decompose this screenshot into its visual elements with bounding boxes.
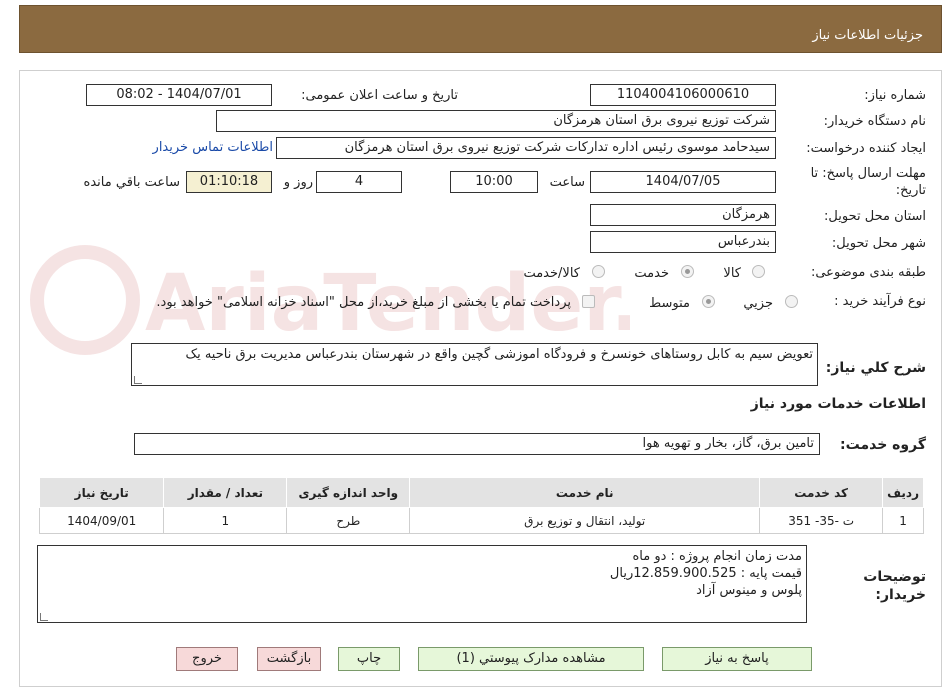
page-title: جزئیات اطلاعات نیاز xyxy=(812,28,923,43)
services-table: ردیف کد خدمت نام خدمت واحد اندازه گیری ت… xyxy=(38,477,924,534)
cell-service-code: ت -35- 351 xyxy=(759,507,884,534)
overall-desc-text: تعویض سیم به کابل روستاهای خونسرخ و فرود… xyxy=(185,347,813,362)
services-info-heading: اطلاعات خدمات مورد نیاز xyxy=(750,396,926,412)
cell-service-name: تولید، انتقال و توزیع برق xyxy=(409,507,761,534)
category-label: طبقه بندی موضوعی: xyxy=(810,265,926,280)
col-header-service-name: نام خدمت xyxy=(409,477,761,508)
category-radio-service[interactable] xyxy=(681,265,694,278)
buyer-notes-textarea[interactable]: مدت زمان انجام پروژه : دو ماه قیمت پایه … xyxy=(37,545,807,623)
resize-grip-icon[interactable] xyxy=(40,613,48,621)
cell-quantity: 1 xyxy=(163,507,288,534)
category-option-goods-service: کالا/خدمت xyxy=(523,266,580,281)
category-radio-goods[interactable] xyxy=(752,265,765,278)
announce-datetime-field: 1404/07/01 - 08:02 xyxy=(86,84,272,106)
remaining-label: ساعت باقي مانده xyxy=(83,175,180,190)
col-header-service-code: کد خدمت xyxy=(759,477,884,508)
category-option-goods: کالا xyxy=(723,266,741,281)
col-header-unit: واحد اندازه گیری xyxy=(286,477,411,508)
announce-datetime-label: تاریخ و ساعت اعلان عمومی: xyxy=(301,88,458,103)
table-header-row: ردیف کد خدمت نام خدمت واحد اندازه گیری ت… xyxy=(38,477,924,508)
requester-label: ایجاد کننده درخواست: xyxy=(806,141,926,156)
buyer-notes-label: توضیحات خریدار: xyxy=(863,569,926,603)
purchase-option-medium: متوسط xyxy=(649,296,690,311)
overall-desc-label: شرح کلي نیاز: xyxy=(825,360,926,376)
table-row: 1 ت -35- 351 تولید، انتقال و توزیع برق ط… xyxy=(38,507,924,534)
payment-note: پرداخت تمام یا بخشی از مبلغ خرید،از محل … xyxy=(156,295,571,310)
col-header-row-no: ردیف xyxy=(882,477,924,508)
requester-field: سیدحامد موسوی رئیس اداره تدارکات شرکت تو… xyxy=(276,137,776,159)
days-label: روز و xyxy=(283,175,313,190)
service-group-label: گروه خدمت: xyxy=(840,437,926,453)
deadline-label: مهلت ارسال پاسخ: تا تاریخ: xyxy=(810,166,926,198)
province-field: هرمزگان xyxy=(590,204,776,226)
buyer-notes-line-2: قیمت پایه : 12.859.900.525ریال xyxy=(609,566,802,581)
exit-button[interactable]: خروج xyxy=(176,647,238,671)
city-label: شهر محل تحویل: xyxy=(831,236,926,251)
buyer-notes-line-3: پلوس و مینوس آزاد xyxy=(696,583,802,598)
days-field: 4 xyxy=(316,171,402,193)
category-radio-goods-service[interactable] xyxy=(592,265,605,278)
deadline-date-field: 1404/07/05 xyxy=(590,171,776,193)
buyer-org-field: شرکت توزیع نیروی برق استان هرمزگان xyxy=(216,110,776,132)
cell-unit: طرح xyxy=(286,507,411,534)
deadline-time-field: 10:00 xyxy=(450,171,538,193)
purchase-radio-minor[interactable] xyxy=(785,295,798,308)
back-button[interactable]: بازگشت xyxy=(257,647,321,671)
print-button[interactable]: چاپ xyxy=(338,647,400,671)
time-label: ساعت xyxy=(549,175,585,190)
buyer-contact-link[interactable]: اطلاعات تماس خریدار xyxy=(153,140,273,155)
page-header: جزئیات اطلاعات نیاز xyxy=(19,5,942,53)
reply-button[interactable]: پاسخ به نیاز xyxy=(662,647,812,671)
remaining-time-field: 01:10:18 xyxy=(186,171,272,193)
need-number-field: 1104004106000610 xyxy=(590,84,776,106)
city-field: بندرعباس xyxy=(590,231,776,253)
resize-grip-icon[interactable] xyxy=(134,376,142,384)
treasury-payment-checkbox[interactable] xyxy=(582,295,595,308)
purchase-type-label: نوع فرآیند خرید : xyxy=(834,294,926,309)
purchase-option-minor: جزيي xyxy=(743,296,773,311)
category-option-service: خدمت xyxy=(634,266,669,281)
col-header-need-date: تاریخ نیاز xyxy=(38,477,165,508)
buyer-notes-line-1: مدت زمان انجام پروژه : دو ماه xyxy=(632,549,802,564)
view-attachments-button[interactable]: مشاهده مدارک پیوستي (1) xyxy=(418,647,644,671)
overall-desc-textarea[interactable]: تعویض سیم به کابل روستاهای خونسرخ و فرود… xyxy=(131,343,818,386)
cell-need-date: 1404/09/01 xyxy=(38,507,165,534)
cell-row-no: 1 xyxy=(882,507,924,534)
purchase-radio-medium[interactable] xyxy=(702,295,715,308)
buyer-org-label: نام دستگاه خریدار: xyxy=(823,114,926,129)
need-number-label: شماره نیاز: xyxy=(864,88,926,103)
province-label: استان محل تحویل: xyxy=(824,209,926,224)
col-header-quantity: تعداد / مقدار xyxy=(163,477,288,508)
service-group-field: تامین برق، گاز، بخار و تهویه هوا xyxy=(134,433,820,455)
